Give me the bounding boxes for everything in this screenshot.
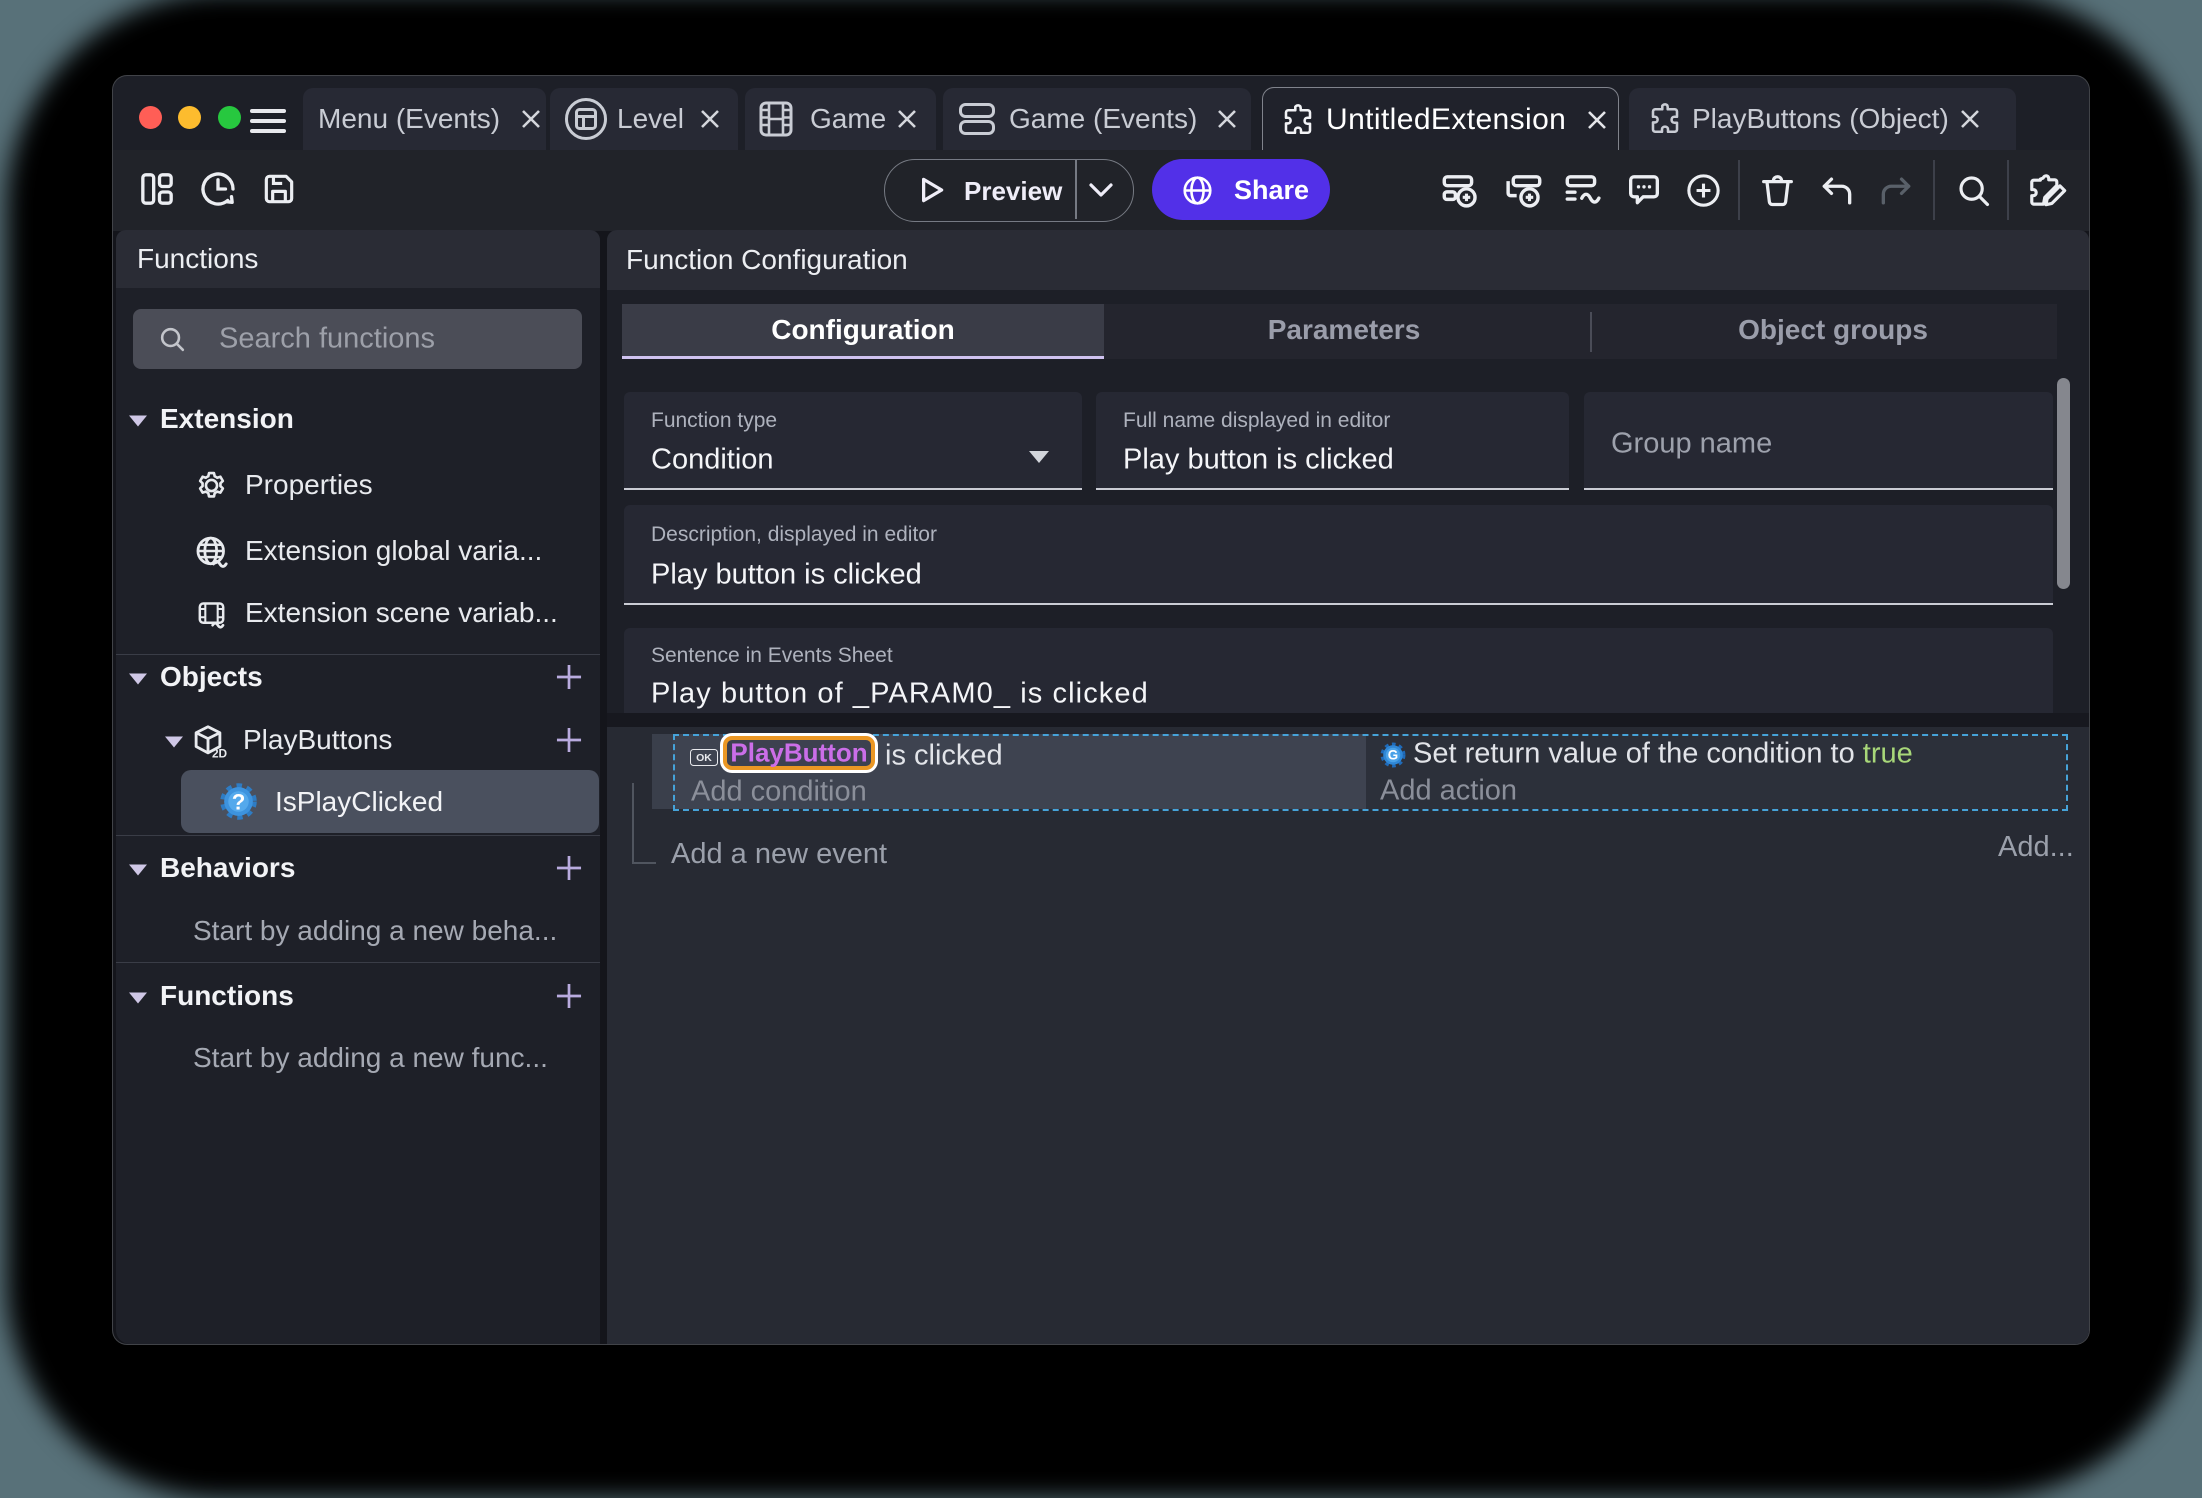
svg-text:G: G (1388, 748, 1398, 763)
svg-text:?: ? (232, 789, 246, 814)
svg-text:2D: 2D (212, 747, 227, 760)
